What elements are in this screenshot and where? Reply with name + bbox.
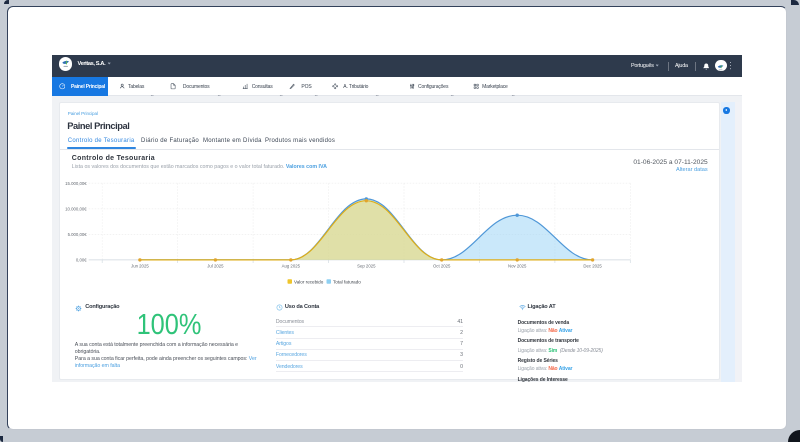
svg-text:Sep 2025: Sep 2025	[357, 263, 376, 268]
svg-text:Jul 2025: Jul 2025	[208, 263, 225, 268]
svg-text:Jun 2025: Jun 2025	[131, 263, 149, 268]
svg-text:Oct 2025: Oct 2025	[433, 263, 451, 268]
svg-text:5.000,00€: 5.000,00€	[68, 232, 88, 237]
svg-text:15.000,00€: 15.000,00€	[65, 181, 87, 186]
svg-text:Dec 2025: Dec 2025	[584, 263, 603, 268]
svg-text:Nov 2025: Nov 2025	[508, 263, 527, 268]
svg-text:Valor recebido: Valor recebido	[294, 279, 324, 284]
svg-text:10.000,00€: 10.000,00€	[65, 206, 87, 211]
svg-text:Total faturado: Total faturado	[333, 279, 361, 284]
svg-text:0,00€: 0,00€	[76, 257, 87, 262]
svg-text:Aug 2025: Aug 2025	[282, 263, 301, 268]
